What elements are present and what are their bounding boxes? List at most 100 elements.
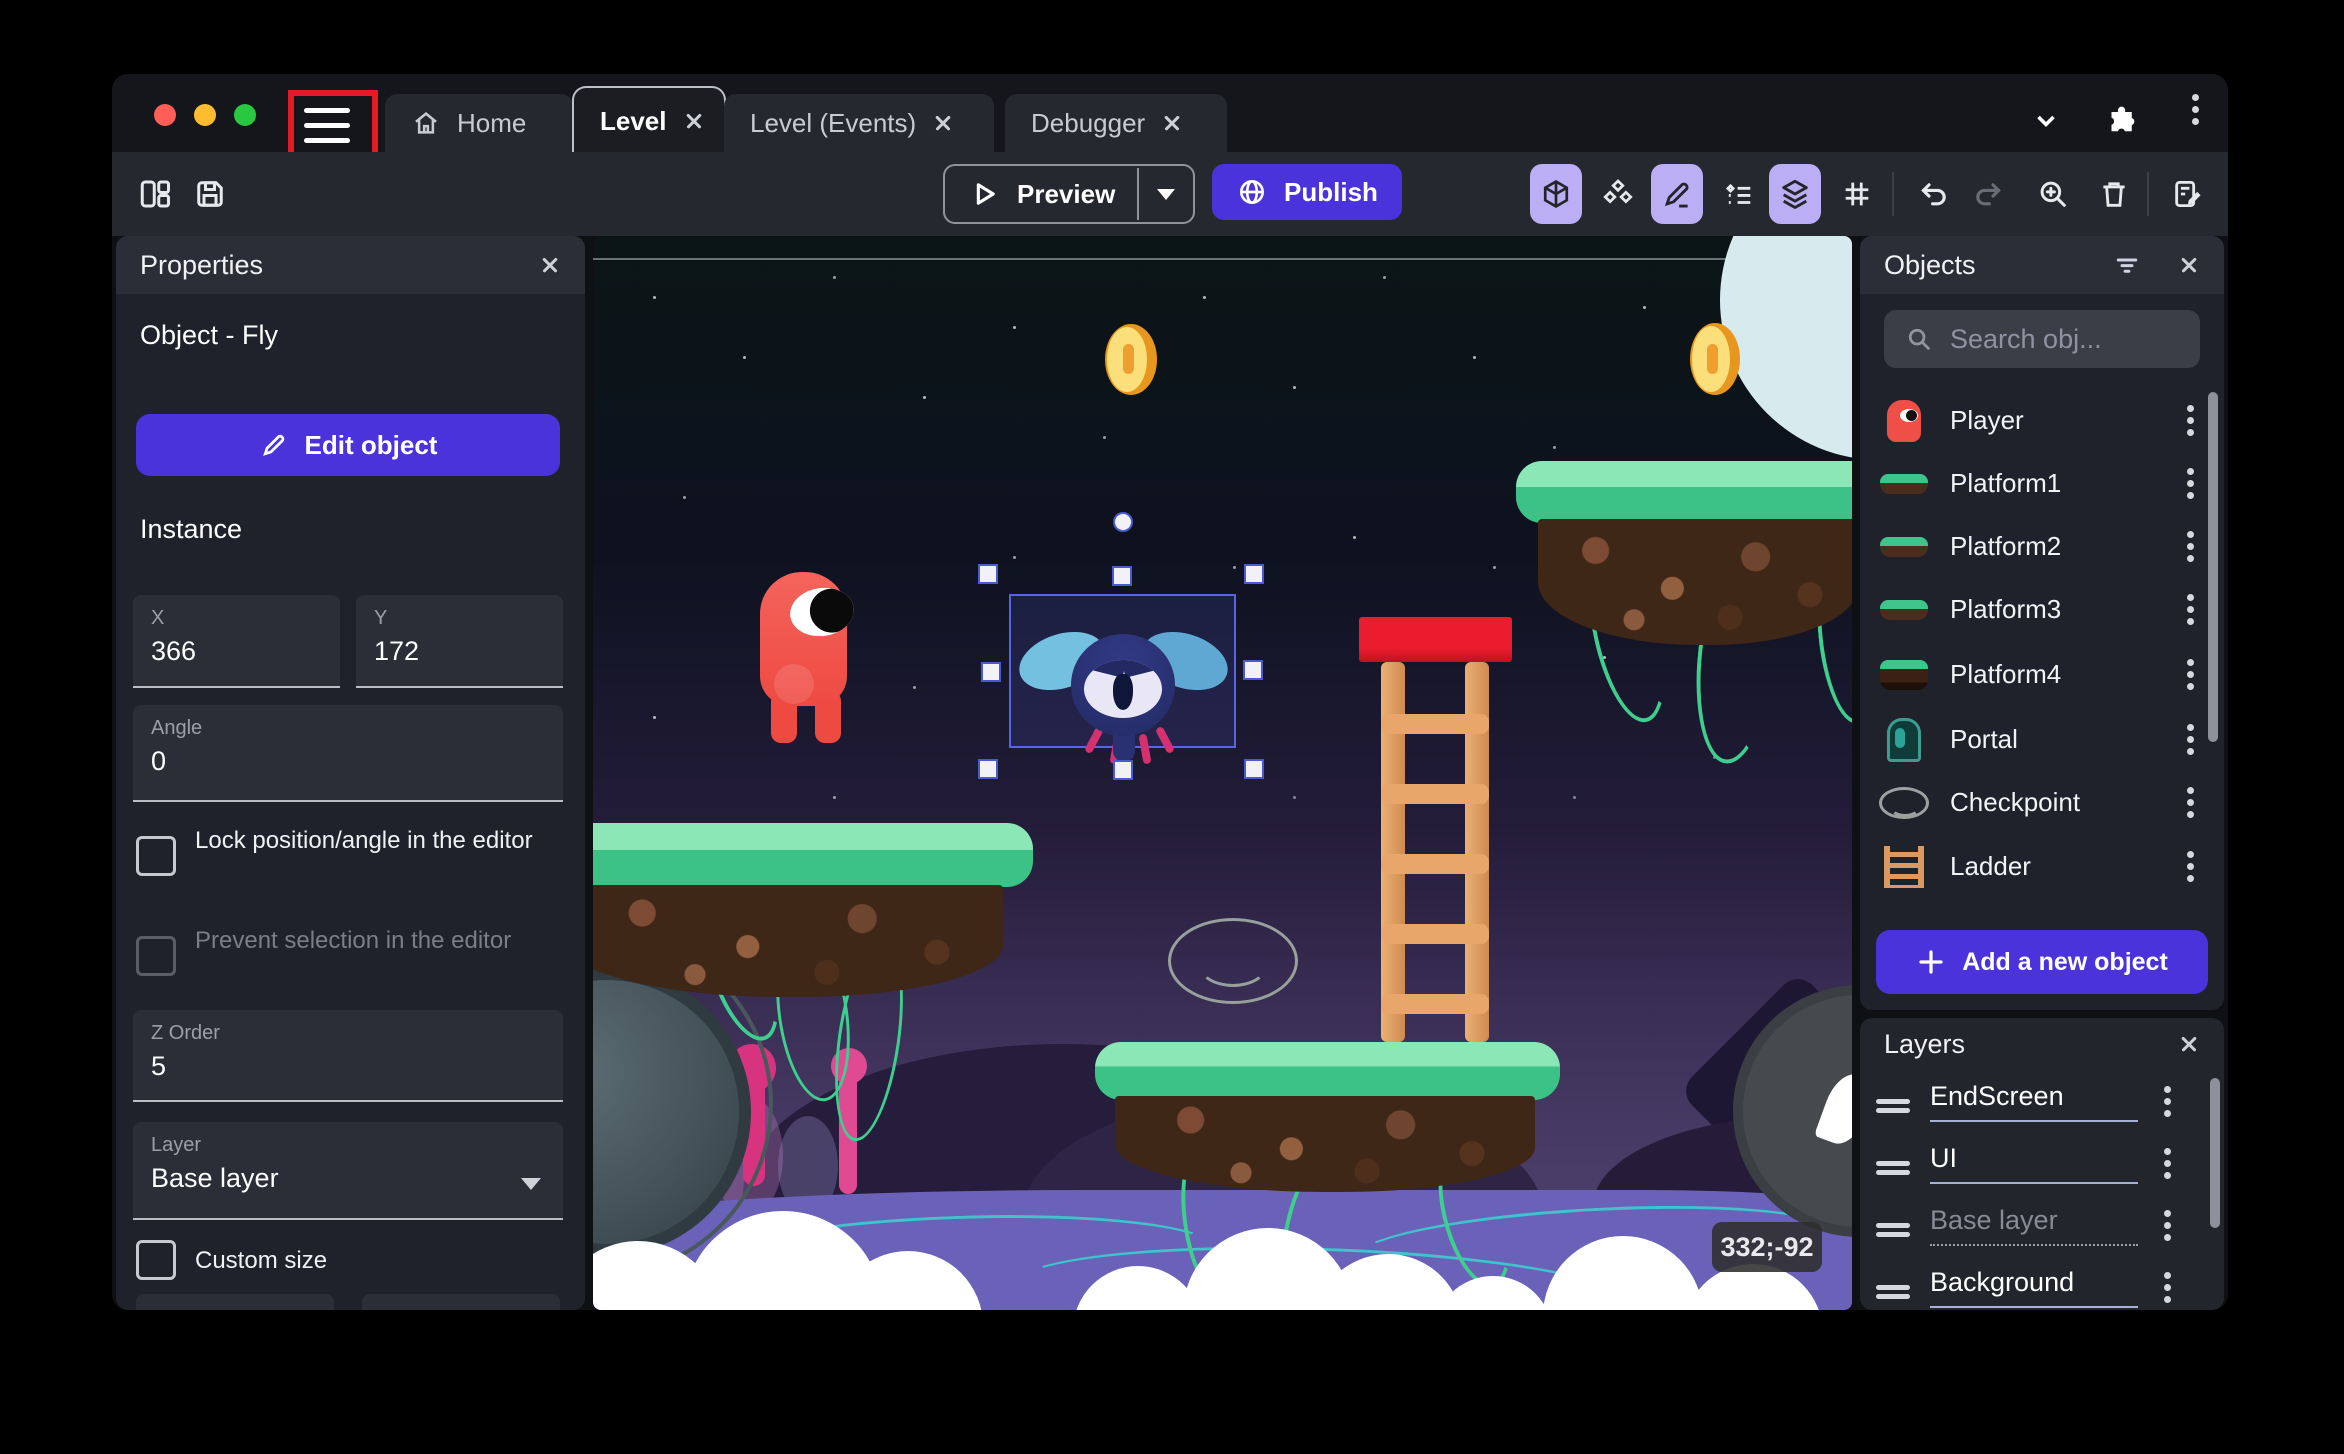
macos-minimize-button[interactable] <box>194 104 216 126</box>
scene-canvas[interactable]: 332;-92 <box>593 236 1852 1310</box>
close-icon[interactable] <box>1161 112 1183 134</box>
redo-icon[interactable] <box>1962 164 2014 224</box>
save-icon[interactable] <box>184 164 236 224</box>
object-row-player[interactable]: Player <box>1860 389 2224 452</box>
undo-icon[interactable] <box>1908 164 1960 224</box>
resize-handle-se[interactable] <box>1244 759 1264 779</box>
object-groups-icon[interactable] <box>1592 164 1644 224</box>
layout-panels-icon[interactable] <box>129 164 181 224</box>
object-menu-kebab-icon[interactable] <box>2187 594 2194 625</box>
resize-handle-e[interactable] <box>1243 660 1263 680</box>
object-menu-kebab-icon[interactable] <box>2187 531 2194 562</box>
platform-grass[interactable] <box>593 823 1033 887</box>
close-icon[interactable] <box>539 254 561 276</box>
object-menu-kebab-icon[interactable] <box>2187 724 2194 755</box>
drag-handle-icon[interactable] <box>1876 1098 1910 1113</box>
tab-home[interactable]: Home <box>385 94 573 152</box>
layer-row-background[interactable]: Background <box>1860 1256 2224 1310</box>
object-menu-kebab-icon[interactable] <box>2187 787 2194 818</box>
close-icon[interactable] <box>2178 1033 2200 1055</box>
platform-grass[interactable] <box>1516 461 1852 523</box>
resize-handle-s[interactable] <box>1113 760 1133 780</box>
layer-row-base-layer[interactable]: Base layer <box>1860 1194 2224 1256</box>
filter-icon[interactable] <box>2112 250 2142 280</box>
object-row-platform2[interactable]: Platform2 <box>1860 515 2224 578</box>
macos-zoom-button[interactable] <box>234 104 256 126</box>
properties-panel: Properties Object - Fly Edit object Inst… <box>116 236 585 1310</box>
scene-properties-icon[interactable] <box>2162 164 2214 224</box>
platform-grass[interactable] <box>1095 1042 1560 1100</box>
object-row-platform3[interactable]: Platform3 <box>1860 578 2224 641</box>
layers-panel-header: Layers <box>1860 1018 2224 1070</box>
object-row-ladder[interactable]: Ladder <box>1860 835 2224 898</box>
layer-menu-kebab-icon[interactable] <box>2164 1271 2171 1303</box>
drag-handle-icon[interactable] <box>1876 1160 1910 1175</box>
layers-panel-icon[interactable] <box>1769 164 1821 224</box>
tab-level[interactable]: Level <box>572 86 726 154</box>
layer-menu-kebab-icon[interactable] <box>2164 1085 2171 1117</box>
object-menu-kebab-icon[interactable] <box>2187 851 2194 882</box>
angle-field[interactable]: Angle 0 <box>133 705 563 802</box>
preview-dropdown-button[interactable] <box>1139 188 1193 200</box>
resize-handle-sw[interactable] <box>978 759 998 779</box>
x-field[interactable]: X 366 <box>133 595 340 688</box>
drag-handle-icon[interactable] <box>1876 1222 1910 1237</box>
object-row-platform1[interactable]: Platform1 <box>1860 452 2224 515</box>
add-object-label: Add a new object <box>1962 947 2168 976</box>
edit-object-button[interactable]: Edit object <box>136 414 560 476</box>
close-icon[interactable] <box>683 110 705 132</box>
ladder-top-cap[interactable] <box>1359 617 1512 662</box>
lock-position-checkbox[interactable] <box>136 836 176 876</box>
custom-size-checkbox[interactable] <box>136 1240 176 1280</box>
instances-list-icon[interactable] <box>1713 164 1765 224</box>
layer-menu-kebab-icon[interactable] <box>2164 1147 2171 1179</box>
tab-label: Level (Events) <box>750 107 917 138</box>
coin[interactable] <box>1105 324 1157 395</box>
platform-dirt <box>593 885 1003 997</box>
main-menu-button[interactable] <box>304 92 350 158</box>
close-icon[interactable] <box>932 112 954 134</box>
object-menu-kebab-icon[interactable] <box>2187 468 2194 499</box>
objects-editor-icon[interactable] <box>1530 164 1582 224</box>
rotate-handle[interactable] <box>1113 512 1133 532</box>
layer-menu-kebab-icon[interactable] <box>2164 1209 2171 1241</box>
search-input[interactable]: Search obj... <box>1884 310 2200 368</box>
platform-object-icon <box>1880 536 1928 557</box>
add-object-button[interactable]: Add a new object <box>1876 930 2208 994</box>
layers-scrollbar[interactable] <box>2210 1078 2220 1228</box>
grid-icon[interactable] <box>1831 164 1883 224</box>
object-row-portal[interactable]: Portal <box>1860 708 2224 771</box>
prevent-selection-checkbox[interactable] <box>136 936 176 976</box>
chevron-down-icon[interactable] <box>2028 102 2064 138</box>
y-field[interactable]: Y 172 <box>356 595 563 688</box>
object-row-platform4[interactable]: Platform4 <box>1860 643 2224 706</box>
tab-level-events[interactable]: Level (Events) <box>724 94 994 152</box>
macos-close-button[interactable] <box>154 104 176 126</box>
publish-button[interactable]: Publish <box>1212 164 1402 220</box>
resize-handle-nw[interactable] <box>978 564 998 584</box>
layer-row-ui[interactable]: UI <box>1860 1132 2224 1194</box>
layer-row-endscreen[interactable]: EndScreen <box>1860 1070 2224 1132</box>
coin[interactable] <box>1690 323 1740 395</box>
drag-handle-icon[interactable] <box>1876 1284 1910 1299</box>
checkpoint-eye[interactable] <box>1168 918 1298 1004</box>
object-menu-kebab-icon[interactable] <box>2187 405 2194 436</box>
resize-handle-n[interactable] <box>1112 566 1132 586</box>
z-order-field[interactable]: Z Order 5 <box>133 1010 563 1102</box>
y-field-value: 172 <box>374 636 420 666</box>
objects-scrollbar[interactable] <box>2208 392 2218 742</box>
object-row-checkpoint[interactable]: Checkpoint <box>1860 771 2224 834</box>
preview-button[interactable]: Preview <box>943 164 1195 224</box>
moon[interactable] <box>1720 236 1852 460</box>
resize-handle-w[interactable] <box>981 662 1001 682</box>
layer-select[interactable]: Layer Base layer <box>133 1122 563 1220</box>
zoom-in-icon[interactable] <box>2027 164 2079 224</box>
trash-icon[interactable] <box>2088 164 2140 224</box>
window-menu-kebab-icon[interactable] <box>2192 94 2199 125</box>
object-menu-kebab-icon[interactable] <box>2187 659 2194 690</box>
tab-debugger[interactable]: Debugger <box>1005 94 1227 152</box>
close-icon[interactable] <box>2178 254 2200 276</box>
properties-panel-icon[interactable] <box>1651 164 1703 224</box>
resize-handle-ne[interactable] <box>1244 564 1264 584</box>
extensions-puzzle-icon[interactable] <box>2104 102 2140 138</box>
